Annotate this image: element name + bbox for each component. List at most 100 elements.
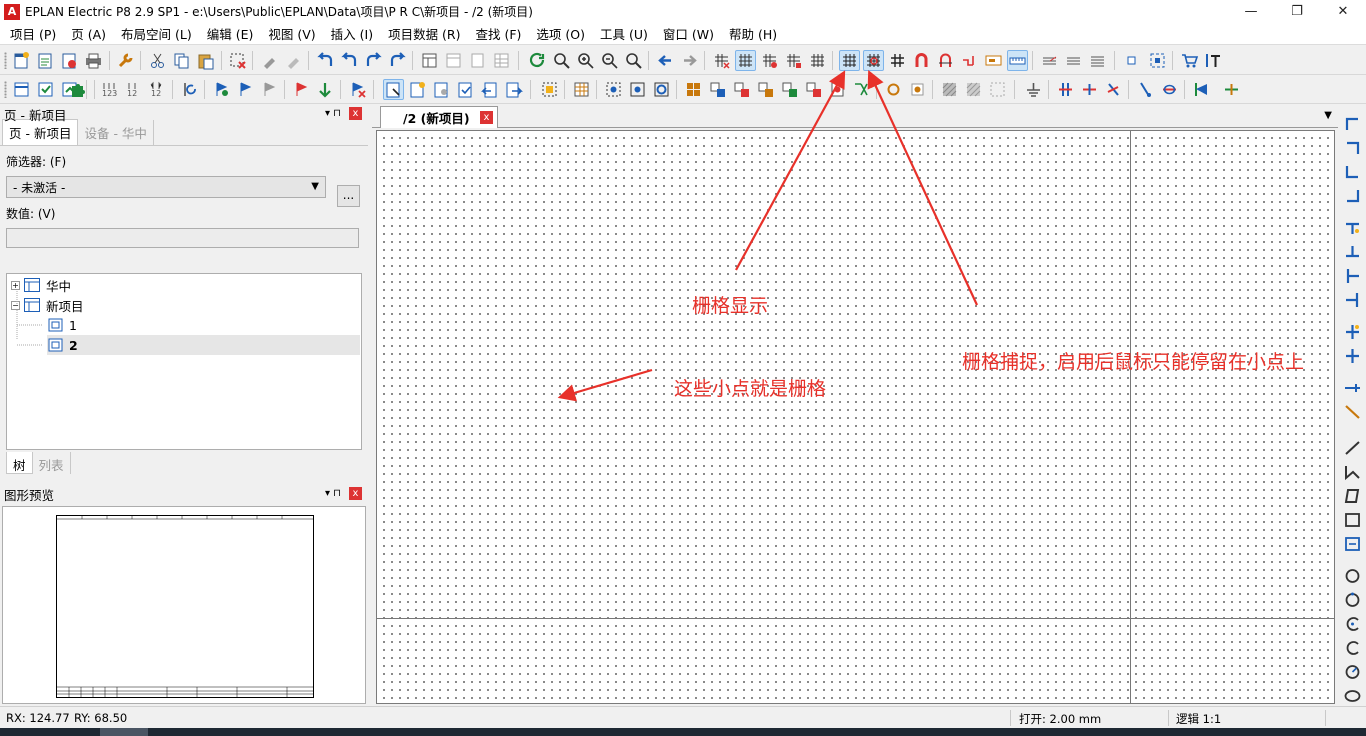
menu-view[interactable]: 视图 (V) xyxy=(268,24,315,43)
input-box-icon[interactable] xyxy=(984,51,1003,70)
device-a-icon[interactable] xyxy=(604,80,623,99)
cart-icon[interactable] xyxy=(1180,51,1199,70)
panel-pin-icon[interactable]: ▾ ⊓ xyxy=(325,488,341,499)
connection-icon[interactable] xyxy=(960,51,979,70)
menu-window[interactable]: 窗口 (W) xyxy=(663,24,714,43)
document-tab-close-button[interactable]: x xyxy=(480,111,493,124)
polyline-icon[interactable] xyxy=(1342,462,1363,482)
corner-bottom-right-icon[interactable] xyxy=(1342,186,1363,206)
next-page-icon[interactable] xyxy=(504,80,523,99)
potential-arrow-icon[interactable] xyxy=(1222,80,1241,99)
device-c-icon[interactable] xyxy=(652,80,671,99)
device-b-icon[interactable] xyxy=(628,80,647,99)
block-select-icon[interactable] xyxy=(540,80,559,99)
text-layer-icon[interactable] xyxy=(1040,51,1059,70)
text-layer2-icon[interactable] xyxy=(1064,51,1083,70)
document-tab[interactable]: /2 (新项目) x xyxy=(380,106,498,128)
filter-select[interactable]: - 未激活 - ▼ xyxy=(6,176,326,198)
cut-icon[interactable] xyxy=(148,51,167,70)
ellipse-icon[interactable] xyxy=(1342,686,1363,706)
forward-arrow-icon[interactable] xyxy=(680,51,699,70)
grid-b-icon[interactable] xyxy=(735,50,756,71)
toolbar-grip[interactable] xyxy=(4,52,7,69)
panel-close-button[interactable]: x xyxy=(349,487,362,500)
hatch-c-icon[interactable] xyxy=(988,80,1007,99)
redo-list-icon[interactable] xyxy=(388,51,407,70)
undo-list-icon[interactable] xyxy=(340,51,359,70)
macro-g-icon[interactable] xyxy=(828,80,847,99)
flag-red-icon[interactable] xyxy=(292,80,311,99)
macro-i-icon[interactable] xyxy=(884,80,903,99)
menu-options[interactable]: 选项 (O) xyxy=(536,24,585,43)
minimize-button[interactable]: — xyxy=(1228,0,1274,23)
macro-e-icon[interactable] xyxy=(780,80,799,99)
paste-icon[interactable] xyxy=(196,51,215,70)
magnet-grid-icon[interactable] xyxy=(936,51,955,70)
print-icon[interactable] xyxy=(84,51,103,70)
terminal-icon[interactable] xyxy=(1056,80,1075,99)
circle-icon[interactable] xyxy=(1342,566,1363,586)
sector-icon[interactable] xyxy=(1342,662,1363,682)
renumber-icon[interactable] xyxy=(180,80,199,99)
circle-3point-icon[interactable] xyxy=(1342,590,1363,610)
corner-top-left-icon[interactable] xyxy=(1342,114,1363,134)
corner-bottom-left-icon[interactable] xyxy=(1342,162,1363,182)
macro-a-icon[interactable] xyxy=(684,80,703,99)
cable-icon[interactable] xyxy=(1104,80,1123,99)
tab-tree[interactable]: 树 xyxy=(6,452,33,474)
tee-up-icon[interactable] xyxy=(1342,242,1363,262)
magnet-icon[interactable] xyxy=(912,51,931,70)
window-layout2-icon[interactable] xyxy=(444,51,463,70)
grid-a-icon[interactable] xyxy=(712,51,731,70)
menu-project[interactable]: 项目 (P) xyxy=(10,24,56,43)
format-brush2-icon[interactable] xyxy=(284,51,303,70)
page-nav-icon[interactable] xyxy=(12,80,31,99)
new-project-icon[interactable] xyxy=(12,51,31,70)
flag-delete-icon[interactable] xyxy=(348,80,367,99)
interrupt-icon[interactable] xyxy=(1080,80,1099,99)
corner-top-right-icon[interactable] xyxy=(1342,138,1363,158)
schematic-drawing-area[interactable] xyxy=(376,130,1335,704)
interrupt-arrow-icon[interactable] xyxy=(1342,378,1363,398)
cross2-icon[interactable] xyxy=(1342,346,1363,366)
flag-grey-icon[interactable] xyxy=(260,80,279,99)
copy-icon[interactable] xyxy=(172,51,191,70)
back-arrow-icon[interactable] xyxy=(656,51,675,70)
tee-right-icon[interactable] xyxy=(1342,266,1363,286)
page-nav2-icon[interactable] xyxy=(36,80,55,99)
macro-h-icon[interactable] xyxy=(852,80,871,99)
menu-edit[interactable]: 编辑 (E) xyxy=(207,24,254,43)
zoom-all-icon[interactable] xyxy=(624,51,643,70)
taskbar-active-item[interactable] xyxy=(100,728,148,736)
puzzle-icon[interactable] xyxy=(68,80,87,99)
page-select-icon[interactable] xyxy=(383,79,404,100)
menu-help[interactable]: 帮助 (H) xyxy=(729,24,777,43)
tee-left-icon[interactable] xyxy=(1342,290,1363,310)
potential-icon[interactable] xyxy=(1192,80,1211,99)
value-input[interactable] xyxy=(6,228,359,248)
grid-display-button[interactable] xyxy=(839,50,860,71)
panel-close-button[interactable]: x xyxy=(349,107,362,120)
table-view-icon[interactable] xyxy=(492,51,511,70)
close-window-button[interactable]: ✕ xyxy=(1320,0,1366,23)
hatch-a-icon[interactable] xyxy=(940,80,959,99)
rectangle-icon[interactable] xyxy=(1342,510,1363,530)
grid-e-icon[interactable] xyxy=(808,51,827,70)
redo-icon[interactable] xyxy=(364,51,383,70)
ground-icon[interactable] xyxy=(1024,80,1043,99)
text-layer3-icon[interactable] xyxy=(1088,51,1107,70)
toolbar-grip[interactable] xyxy=(4,81,7,98)
text-frame-icon[interactable] xyxy=(1204,51,1223,70)
grid-c-icon[interactable] xyxy=(760,51,779,70)
selection-frame-icon[interactable] xyxy=(1148,51,1167,70)
macro-c-icon[interactable] xyxy=(732,80,751,99)
grid-snap-button[interactable] xyxy=(863,50,884,71)
bus-icon[interactable] xyxy=(1136,80,1155,99)
previous-page-icon[interactable] xyxy=(480,80,499,99)
project-properties-icon[interactable] xyxy=(60,51,79,70)
macro-b-icon[interactable] xyxy=(708,80,727,99)
menu-page[interactable]: 页 (A) xyxy=(71,24,106,43)
open-project-icon[interactable] xyxy=(36,51,55,70)
small-square-icon[interactable] xyxy=(1122,51,1141,70)
hash-icon[interactable] xyxy=(888,51,907,70)
